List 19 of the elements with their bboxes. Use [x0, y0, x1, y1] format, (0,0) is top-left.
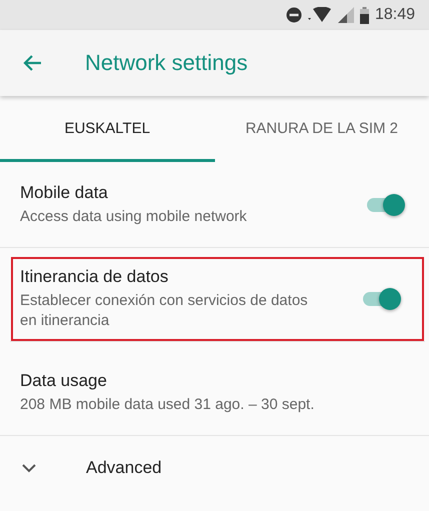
do-not-disturb-icon	[286, 7, 302, 23]
advanced-row[interactable]: Advanced	[0, 436, 429, 500]
app-bar-title: Network settings	[85, 50, 248, 76]
setting-title: Advanced	[86, 458, 162, 478]
setting-summary: Access data using mobile network	[20, 206, 248, 226]
setting-row[interactable]: Itinerancia de datos Establecer conexión con servicios de datos en itinerancia	[10, 256, 425, 342]
setting-title: Data usage	[20, 370, 108, 391]
battery-icon	[360, 6, 369, 24]
setting-title: Mobile data	[20, 182, 109, 203]
wifi-icon	[308, 7, 332, 23]
sim-tab[interactable]: RANURA DE LA SIM 2	[214, 98, 429, 162]
setting-row[interactable]: Data usage 208 MB mobile data used 31 ago. – 30 sept.	[0, 350, 429, 436]
setting-title: Itinerancia de datos	[20, 267, 170, 287]
setting-row[interactable]: Mobile data Access data using mobile network	[0, 162, 429, 248]
signal-icon	[338, 7, 354, 23]
sim-tab[interactable]: EUSKALTEL	[0, 98, 214, 162]
setting-summary: 208 MB mobile data used 31 ago. – 30 sept.	[20, 394, 316, 414]
status-time: 18:49	[374, 6, 415, 24]
setting-summary: Establecer conexión con servicios de datos en itinerancia	[20, 291, 309, 330]
